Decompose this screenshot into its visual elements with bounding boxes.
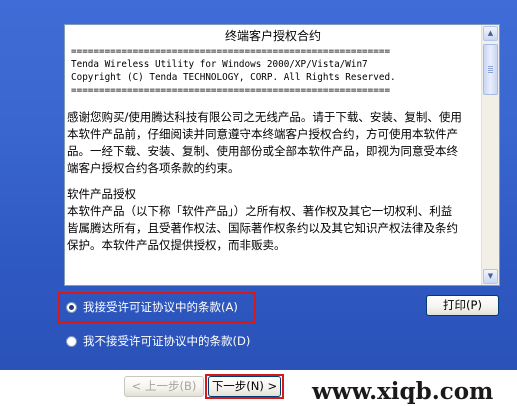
license-line: 本软件产品前，仔细阅读并同意遵守本终端客户授权合约，方可使用本软件产 <box>67 127 458 141</box>
license-line: 感谢您购买/使用腾达科技有限公司之无线产品。请于下载、安装、复制、使用 <box>67 110 462 124</box>
scroll-down-arrow-icon[interactable]: ▼ <box>483 269 498 284</box>
license-title: 终端客户授权合约 <box>224 29 321 43</box>
license-line: 保护。本软件产品仅提供授权，而非贩卖。 <box>67 238 286 252</box>
scroll-up-arrow-icon[interactable]: ▲ <box>483 26 498 41</box>
decline-label: 我不接受许可证协议中的条款(D) <box>83 334 251 348</box>
license-paragraph-1: 感谢您购买/使用腾达科技有限公司之无线产品。请于下载、安装、复制、使用 本软件产… <box>67 109 479 177</box>
accept-label: 我接受许可证协议中的条款(A) <box>83 300 238 314</box>
license-section-heading: 软件产品授权 <box>67 187 136 201</box>
grip-line <box>488 66 493 67</box>
license-line: 本软件产品（以下称「软件产品」）之所有权、著作权及其它一切权利、利益 <box>67 204 453 218</box>
radio-selected-icon[interactable] <box>66 301 77 313</box>
license-header-line-1: Tenda Wireless Utility for Windows 2000/… <box>71 59 368 70</box>
license-scrollbar[interactable]: ▲ ▼ <box>481 25 499 285</box>
grip-line <box>488 68 493 69</box>
scroll-thumb[interactable] <box>483 44 498 95</box>
next-button[interactable]: 下一步(N) > <box>208 376 281 397</box>
license-paragraph-2: 软件产品授权 本软件产品（以下称「软件产品」）之所有权、著作权及其它一切权利、利… <box>67 186 479 254</box>
installer-panel: 终端客户授权合约 ===============================… <box>0 0 517 370</box>
decline-radio-option[interactable]: 我不接受许可证协议中的条款(D) <box>66 332 250 350</box>
back-button[interactable]: < 上一步(B) <box>124 376 204 397</box>
license-separator-top: ========================================… <box>71 46 391 57</box>
watermark-text: www.xiqb.com <box>312 378 494 405</box>
license-separator-bottom: ========================================… <box>71 85 391 96</box>
license-header-line-2: Copyright (C) Tenda TECHNOLOGY, CORP. Al… <box>71 72 396 83</box>
radio-unselected-icon[interactable] <box>66 335 77 347</box>
grip-line <box>488 72 493 73</box>
license-line: 皆属腾达所有，且受著作权法、国际著作权条约以及其它知识产权法律及条约 <box>67 221 458 235</box>
license-text-area[interactable]: 终端客户授权合约 ===============================… <box>64 24 500 286</box>
accept-radio-option[interactable]: 我接受许可证协议中的条款(A) <box>66 298 238 316</box>
license-content: 终端客户授权合约 ===============================… <box>67 28 479 254</box>
license-line: 端客户授权合约各项条款的约束。 <box>67 161 240 175</box>
print-button[interactable]: 打印(P) <box>426 295 499 316</box>
grip-line <box>488 70 493 71</box>
license-line: 品。一经下载、安装、复制、使用部份或全部本软件产品，即视为同意受本终 <box>67 144 458 158</box>
